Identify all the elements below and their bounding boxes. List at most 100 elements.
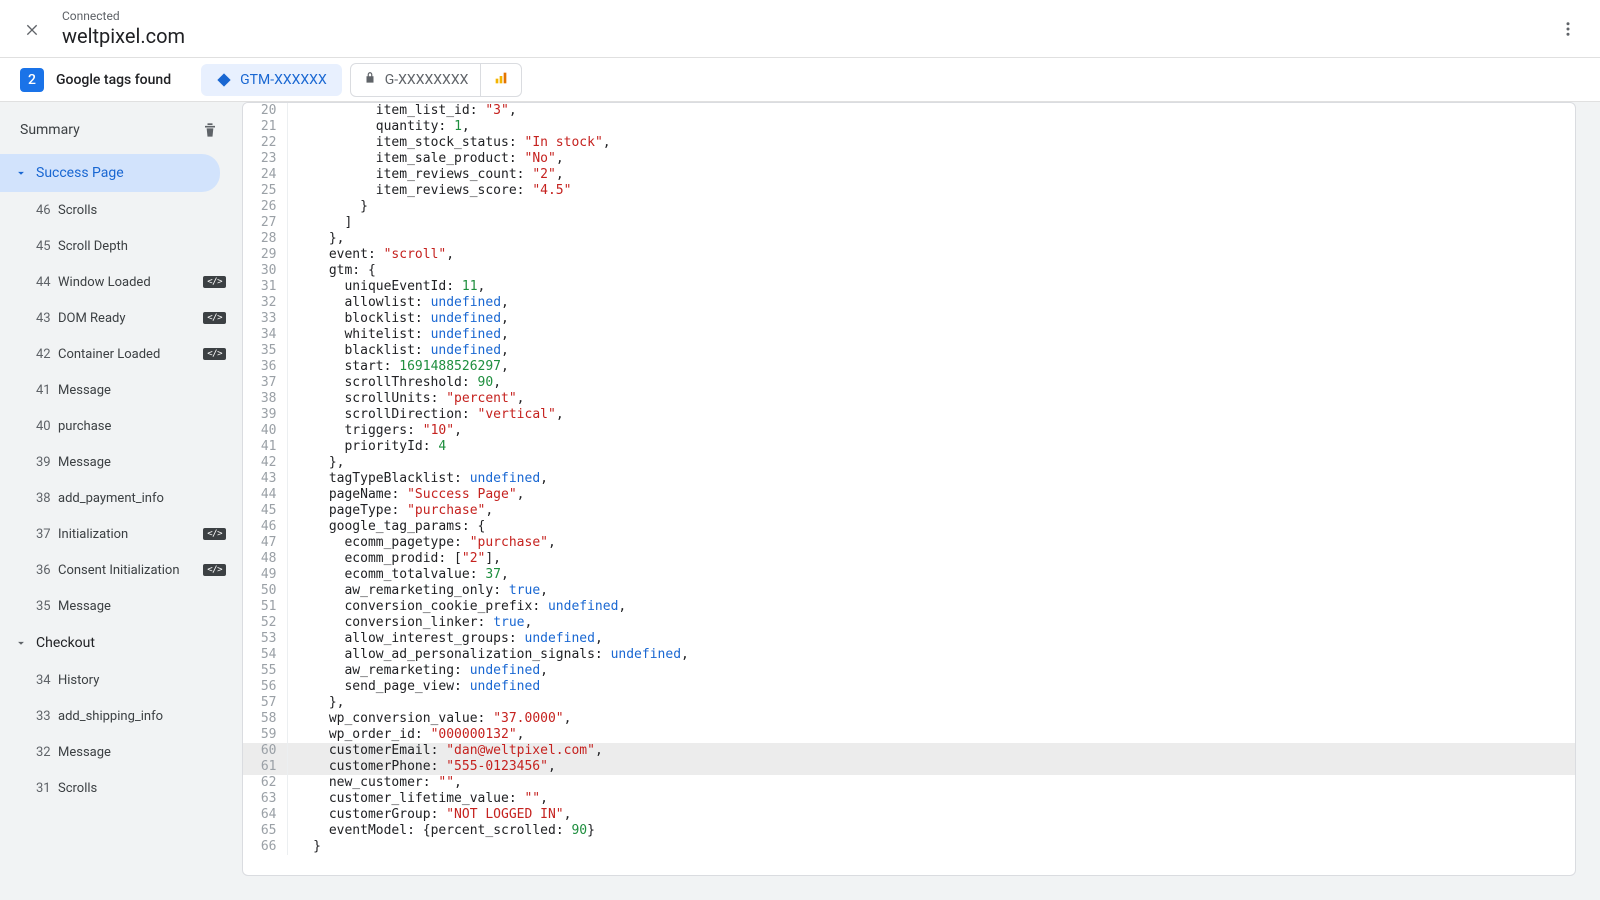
sidebar-item[interactable]: 34History	[0, 662, 238, 698]
tag-pill-ga[interactable]: G-XXXXXXXX	[351, 64, 481, 96]
line-number: 21	[243, 119, 287, 135]
code-source[interactable]: scrollDirection: "vertical",	[287, 407, 1575, 423]
code-line: 40 triggers: "10",	[243, 423, 1575, 439]
code-source[interactable]: eventModel: {percent_scrolled: 90}	[287, 823, 1575, 839]
code-line: 62 new_customer: "",	[243, 775, 1575, 791]
code-source[interactable]: tagTypeBlacklist: undefined,	[287, 471, 1575, 487]
sidebar-section-success-page[interactable]: Success Page	[0, 154, 220, 192]
code-source[interactable]: google_tag_params: {	[287, 519, 1575, 535]
sidebar-item-number: 36	[36, 563, 58, 578]
sidebar-item-label: Container Loaded	[58, 347, 197, 362]
sidebar-item[interactable]: 42Container Loaded</>	[0, 336, 238, 372]
code-source[interactable]: },	[287, 455, 1575, 471]
sidebar-item-number: 40	[36, 419, 58, 434]
code-line: 57 },	[243, 695, 1575, 711]
code-source[interactable]: item_reviews_score: "4.5"	[287, 183, 1575, 199]
code-source[interactable]: allowlist: undefined,	[287, 295, 1575, 311]
sidebar-item[interactable]: 41Message	[0, 372, 238, 408]
sidebar-item[interactable]: 35Message	[0, 588, 238, 624]
code-source[interactable]: },	[287, 231, 1575, 247]
line-number: 52	[243, 615, 287, 631]
sidebar-item[interactable]: 39Message	[0, 444, 238, 480]
line-number: 65	[243, 823, 287, 839]
code-source[interactable]: item_reviews_count: "2",	[287, 167, 1575, 183]
tag-pill-ga-group: G-XXXXXXXX	[350, 63, 523, 97]
sidebar-item[interactable]: 43DOM Ready</>	[0, 300, 238, 336]
code-source[interactable]: item_sale_product: "No",	[287, 151, 1575, 167]
code-source[interactable]: item_stock_status: "In stock",	[287, 135, 1575, 151]
close-button[interactable]	[18, 15, 46, 43]
sidebar-item-label: Message	[58, 599, 226, 614]
code-source[interactable]: customerGroup: "NOT LOGGED IN",	[287, 807, 1575, 823]
sidebar-item[interactable]: 37Initialization</>	[0, 516, 238, 552]
code-source[interactable]: item_list_id: "3",	[287, 103, 1575, 119]
sidebar-item-label: Window Loaded	[58, 275, 197, 290]
sidebar-item[interactable]: 44Window Loaded</>	[0, 264, 238, 300]
more-menu-button[interactable]	[1554, 15, 1582, 43]
line-number: 62	[243, 775, 287, 791]
code-source[interactable]: conversion_cookie_prefix: undefined,	[287, 599, 1575, 615]
code-source[interactable]: customer_lifetime_value: "",	[287, 791, 1575, 807]
code-source[interactable]: scrollUnits: "percent",	[287, 391, 1575, 407]
code-source[interactable]: scrollThreshold: 90,	[287, 375, 1575, 391]
code-source[interactable]: whitelist: undefined,	[287, 327, 1575, 343]
code-source[interactable]: allow_ad_personalization_signals: undefi…	[287, 647, 1575, 663]
code-source[interactable]: allow_interest_groups: undefined,	[287, 631, 1575, 647]
sidebar[interactable]: Summary Success Page 46Scrolls45Scroll D…	[0, 102, 238, 900]
sidebar-item[interactable]: 46Scrolls	[0, 192, 238, 228]
code-line: 28 },	[243, 231, 1575, 247]
code-source[interactable]: ]	[287, 215, 1575, 231]
line-number: 39	[243, 407, 287, 423]
sidebar-item-label: Message	[58, 455, 226, 470]
code-source[interactable]: aw_remarketing: undefined,	[287, 663, 1575, 679]
sidebar-item-label: Initialization	[58, 527, 197, 542]
code-source[interactable]: },	[287, 695, 1575, 711]
sidebar-item[interactable]: 36Consent Initialization</>	[0, 552, 238, 588]
clear-events-button[interactable]	[200, 120, 220, 140]
sidebar-item[interactable]: 45Scroll Depth	[0, 228, 238, 264]
code-source[interactable]: ecomm_prodid: ["2"],	[287, 551, 1575, 567]
sidebar-item[interactable]: 32Message	[0, 734, 238, 770]
code-source[interactable]: }	[287, 839, 1575, 855]
code-source[interactable]: pageName: "Success Page",	[287, 487, 1575, 503]
code-scroll[interactable]: 20 item_list_id: "3",21 quantity: 1,22 i…	[243, 103, 1575, 875]
sidebar-item-label: DOM Ready	[58, 311, 197, 326]
code-source[interactable]: conversion_linker: true,	[287, 615, 1575, 631]
code-source[interactable]: customerPhone: "555-0123456",	[287, 759, 1575, 775]
sidebar-item[interactable]: 40purchase	[0, 408, 238, 444]
code-source[interactable]: priorityId: 4	[287, 439, 1575, 455]
code-source[interactable]: blacklist: undefined,	[287, 343, 1575, 359]
code-source[interactable]: quantity: 1,	[287, 119, 1575, 135]
code-line: 59 wp_order_id: "000000132",	[243, 727, 1575, 743]
code-source[interactable]: ecomm_totalvalue: 37,	[287, 567, 1575, 583]
code-source[interactable]: uniqueEventId: 11,	[287, 279, 1575, 295]
code-source[interactable]: blocklist: undefined,	[287, 311, 1575, 327]
sidebar-summary-row[interactable]: Summary	[0, 106, 238, 154]
code-source[interactable]: new_customer: "",	[287, 775, 1575, 791]
code-line: 39 scrollDirection: "vertical",	[243, 407, 1575, 423]
code-source[interactable]: send_page_view: undefined	[287, 679, 1575, 695]
code-source[interactable]: wp_order_id: "000000132",	[287, 727, 1575, 743]
tag-pill-gtm[interactable]: GTM-XXXXXX	[201, 64, 342, 96]
code-source[interactable]: wp_conversion_value: "37.0000",	[287, 711, 1575, 727]
tag-pill-analytics-icon-button[interactable]	[481, 64, 521, 96]
code-source[interactable]: ecomm_pagetype: "purchase",	[287, 535, 1575, 551]
code-source[interactable]: }	[287, 199, 1575, 215]
sidebar-item[interactable]: 33add_shipping_info	[0, 698, 238, 734]
code-source[interactable]: gtm: {	[287, 263, 1575, 279]
sidebar-section-checkout[interactable]: Checkout	[0, 624, 238, 662]
code-source[interactable]: customerEmail: "dan@weltpixel.com",	[287, 743, 1575, 759]
code-source[interactable]: start: 1691488526297,	[287, 359, 1575, 375]
sidebar-item-number: 33	[36, 709, 58, 724]
line-number: 43	[243, 471, 287, 487]
sidebar-item[interactable]: 38add_payment_info	[0, 480, 238, 516]
code-source[interactable]: triggers: "10",	[287, 423, 1575, 439]
sidebar-item[interactable]: 31Scrolls	[0, 770, 238, 806]
code-line: 37 scrollThreshold: 90,	[243, 375, 1575, 391]
code-source[interactable]: pageType: "purchase",	[287, 503, 1575, 519]
code-badge-icon: </>	[203, 312, 226, 324]
code-source[interactable]: aw_remarketing_only: true,	[287, 583, 1575, 599]
line-number: 49	[243, 567, 287, 583]
code-source[interactable]: event: "scroll",	[287, 247, 1575, 263]
line-number: 37	[243, 375, 287, 391]
